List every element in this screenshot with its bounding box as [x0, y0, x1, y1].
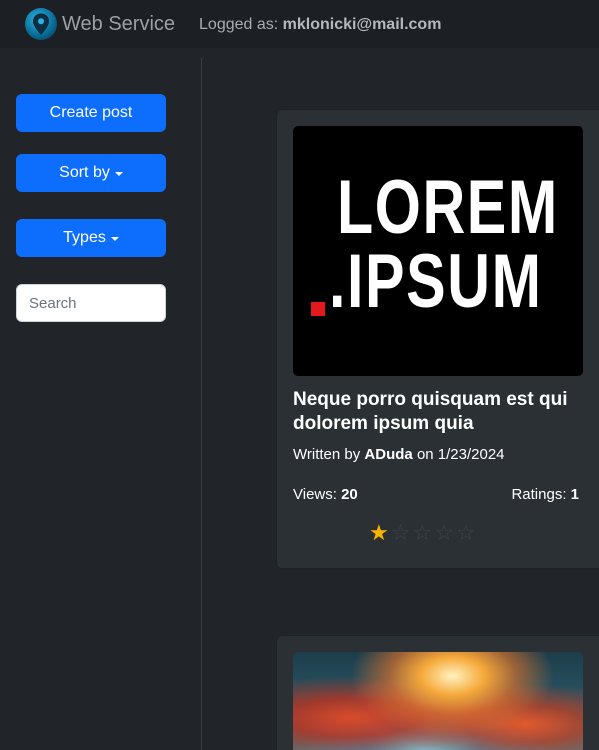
types-dropdown[interactable]: Types: [16, 219, 166, 257]
star-icon[interactable]: ★: [369, 522, 389, 544]
ratings-count: 1: [570, 486, 579, 503]
sort-by-label: Sort by: [59, 164, 110, 181]
caret-down-icon: [114, 172, 123, 176]
brand-name: Web Service: [62, 12, 176, 35]
post-author: ADuda: [364, 446, 413, 463]
written-by-label: Written by: [293, 446, 361, 463]
post-card[interactable]: LOREM .IPSUM Neque porro quisquam est qu…: [276, 109, 599, 569]
user-email: mklonicki@mail.com: [282, 16, 442, 33]
star-outline-icon[interactable]: ☆: [391, 522, 411, 544]
image-text-line1: LOREM: [337, 165, 559, 250]
types-label: Types: [63, 229, 106, 246]
brand[interactable]: Web Service: [25, 8, 175, 40]
date-prefix: on: [416, 446, 434, 463]
views-count: 20: [341, 486, 358, 503]
post-byline: Written by ADuda on 1/23/2024: [293, 446, 505, 463]
navbar: Web Service Logged as: mklonicki@mail.co…: [0, 0, 599, 48]
star-outline-icon[interactable]: ☆: [456, 522, 476, 544]
post-card[interactable]: [276, 635, 599, 750]
star-outline-icon[interactable]: ☆: [412, 522, 432, 544]
search-input[interactable]: [16, 284, 166, 322]
post-ratings: Ratings: 1: [511, 486, 579, 503]
post-image[interactable]: LOREM .IPSUM: [293, 126, 583, 376]
sort-by-dropdown[interactable]: Sort by: [16, 154, 166, 192]
post-title[interactable]: Neque porro quisquam est qui dolorem ips…: [293, 388, 583, 436]
views-label: Views:: [293, 486, 337, 503]
create-post-button[interactable]: Create post: [16, 94, 166, 132]
logged-in-status: Logged as: mklonicki@mail.com: [199, 16, 441, 34]
post-date: 1/23/2024: [437, 446, 505, 463]
post-views: Views: 20: [293, 486, 358, 503]
star-outline-icon[interactable]: ☆: [434, 522, 454, 544]
location-pin-icon: [25, 8, 57, 40]
ratings-label: Ratings:: [511, 486, 567, 503]
post-image[interactable]: [293, 652, 583, 750]
image-text-line2: .IPSUM: [329, 239, 543, 324]
star-rating[interactable]: ★ ☆ ☆ ☆ ☆: [369, 522, 476, 544]
create-post-label: Create post: [49, 104, 133, 121]
caret-down-icon: [110, 237, 119, 241]
logged-prefix: Logged as:: [199, 16, 279, 33]
red-square: [311, 302, 325, 316]
sidebar: Create post Sort by Types: [0, 58, 202, 750]
